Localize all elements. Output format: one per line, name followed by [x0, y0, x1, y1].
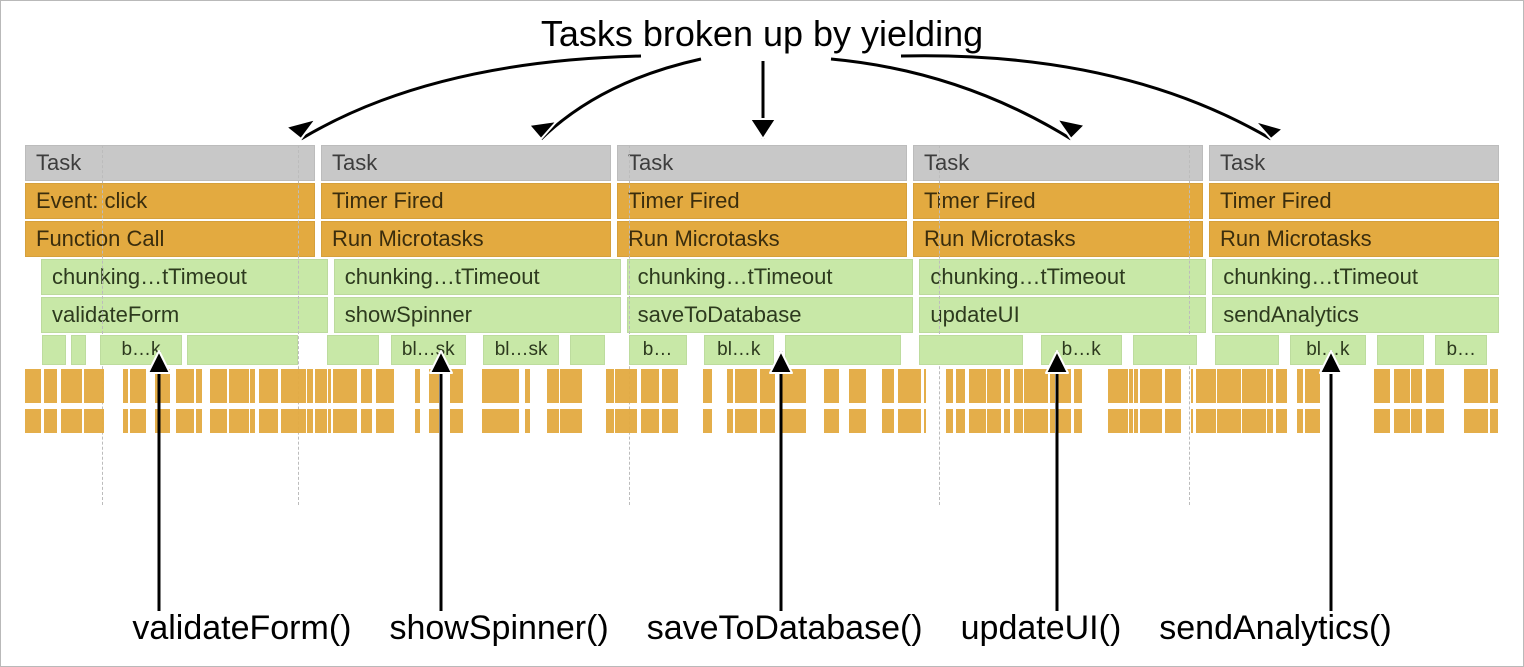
- stripe-area: [25, 369, 1499, 449]
- flame-chart: Task Task Task Task Task Event: click Ti…: [25, 145, 1499, 505]
- mini-col: b…k: [25, 335, 315, 365]
- event-cell: Timer Fired: [913, 183, 1203, 219]
- bottom-label: saveToDatabase(): [647, 609, 923, 648]
- mini-col: bl…sk bl…sk: [321, 335, 611, 365]
- chunk-cell: chunking…tTimeout: [919, 259, 1206, 295]
- row-tasks: Task Task Task Task Task: [25, 145, 1499, 181]
- event-cell: Timer Fired: [617, 183, 907, 219]
- fn-cell: updateUI: [919, 297, 1206, 333]
- bottom-label: validateForm(): [132, 609, 351, 648]
- task-cell: Task: [913, 145, 1203, 181]
- row-fn: validateForm showSpinner saveToDatabase …: [25, 297, 1499, 333]
- diagram-frame: Tasks broken up by yielding Task Task Ta…: [0, 0, 1524, 667]
- row-chunk: chunking…tTimeout chunking…tTimeout chun…: [25, 259, 1499, 295]
- task-cell: Task: [321, 145, 611, 181]
- chunk-cell: chunking…tTimeout: [627, 259, 914, 295]
- mini-col: b…k: [913, 335, 1203, 365]
- event-cell: Event: click: [25, 183, 315, 219]
- row-mini: b…k bl…sk bl…sk b… bl…k b…k bl…k: [25, 335, 1499, 365]
- call-cell: Run Microtasks: [617, 221, 907, 257]
- top-annotation: Tasks broken up by yielding: [1, 13, 1523, 55]
- fn-cell: validateForm: [41, 297, 328, 333]
- fn-cell: saveToDatabase: [627, 297, 914, 333]
- call-cell: Run Microtasks: [913, 221, 1203, 257]
- fn-cell: showSpinner: [334, 297, 621, 333]
- bottom-label: updateUI(): [961, 609, 1122, 648]
- task-cell: Task: [25, 145, 315, 181]
- call-cell: Run Microtasks: [1209, 221, 1499, 257]
- row-event: Event: click Timer Fired Timer Fired Tim…: [25, 183, 1499, 219]
- chunk-cell: chunking…tTimeout: [41, 259, 328, 295]
- task-cell: Task: [617, 145, 907, 181]
- bottom-labels: validateForm() showSpinner() saveToDatab…: [1, 609, 1523, 648]
- event-cell: Timer Fired: [321, 183, 611, 219]
- call-cell: Function Call: [25, 221, 315, 257]
- bottom-label: showSpinner(): [389, 609, 608, 648]
- mini-col: b… bl…k: [617, 335, 907, 365]
- row-call: Function Call Run Microtasks Run Microta…: [25, 221, 1499, 257]
- bottom-label: sendAnalytics(): [1159, 609, 1391, 648]
- call-cell: Run Microtasks: [321, 221, 611, 257]
- event-cell: Timer Fired: [1209, 183, 1499, 219]
- chunk-cell: chunking…tTimeout: [1212, 259, 1499, 295]
- task-cell: Task: [1209, 145, 1499, 181]
- chunk-cell: chunking…tTimeout: [334, 259, 621, 295]
- mini-col: bl…k b…: [1209, 335, 1499, 365]
- fn-cell: sendAnalytics: [1212, 297, 1499, 333]
